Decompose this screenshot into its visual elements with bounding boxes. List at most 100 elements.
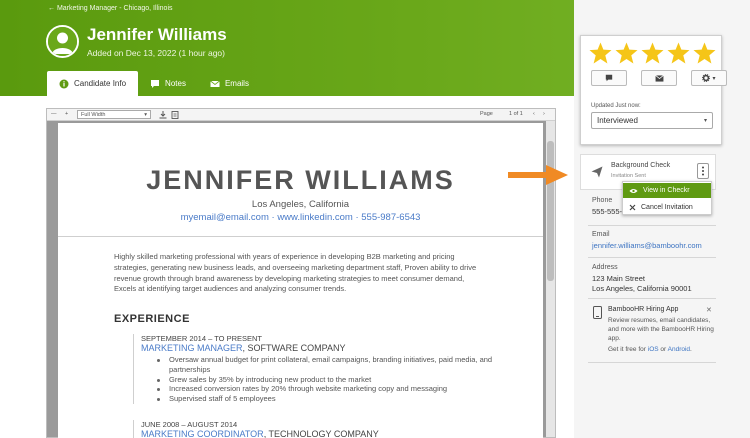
job-title: MARKETING MANAGER, SOFTWARE COMPANY — [141, 343, 533, 353]
address-line-2: Los Angeles, California 90001 — [592, 284, 692, 293]
app-promo-suffix: . — [690, 346, 692, 353]
breadcrumb-back-link[interactable]: ← Marketing Manager - Chicago, Illinois — [48, 5, 173, 12]
zoom-out-button[interactable]: — — [51, 111, 57, 117]
rating-card: ▾ Updated Just now: Interviewed ▾ — [580, 35, 727, 145]
envelope-icon — [654, 74, 664, 82]
star-icon[interactable] — [589, 42, 612, 64]
job-title: MARKETING COORDINATOR, TECHNOLOGY COMPAN… — [141, 429, 533, 438]
chevron-down-icon: ▾ — [703, 118, 707, 124]
send-email-button[interactable] — [641, 70, 677, 86]
page-label: Page — [480, 111, 493, 117]
chevron-down-icon: ▾ — [712, 75, 716, 82]
next-page-icon[interactable]: › — [543, 111, 545, 117]
resume-name: JENNIFER WILLIAMS — [146, 165, 455, 195]
tab-candidate-info[interactable]: Candidate Info — [47, 71, 139, 96]
job-entry: JUNE 2008 – AUGUST 2014 MARKETING COORDI… — [133, 420, 533, 438]
star-rating[interactable] — [589, 42, 716, 64]
address-line-1: 123 Main Street — [592, 274, 645, 283]
list-item: Supervised staff of 5 employees — [141, 394, 533, 404]
menu-item-label: Cancel Invitation — [641, 204, 693, 211]
job-dates: SEPTEMBER 2014 – TO PRESENT — [141, 334, 263, 343]
phone-value: 555-555- — [592, 207, 623, 216]
app-promo-description: Review resumes, email candidates, and mo… — [608, 317, 714, 342]
resume-divider — [58, 236, 543, 237]
job-position: MARKETING MANAGER — [141, 343, 243, 353]
star-icon[interactable] — [641, 42, 664, 64]
download-icon[interactable] — [159, 111, 167, 119]
avatar — [46, 25, 79, 58]
close-icon[interactable]: ✕ — [706, 306, 712, 314]
job-dates: JUNE 2008 – AUGUST 2014 — [141, 420, 238, 429]
job-bullets: Oversaw annual budget for print collater… — [141, 355, 533, 404]
print-icon[interactable] — [171, 111, 179, 119]
candidate-info-panel: — + Full Width ▾ Page 1 of 1 ‹ › JENNIFER… — [0, 96, 574, 438]
gear-icon — [702, 74, 711, 82]
zoom-select-value: Full Width — [81, 112, 106, 118]
tab-label: Notes — [165, 79, 186, 88]
job-company: , SOFTWARE COMPANY — [242, 343, 346, 353]
info-icon — [59, 79, 69, 88]
app-promo-prefix: Get it free for — [608, 346, 648, 353]
app-promo-or: or — [658, 346, 668, 353]
x-icon — [629, 204, 636, 211]
added-date: Added on Dec 13, 2022 (1 hour ago) — [87, 48, 225, 58]
status-select[interactable]: Interviewed ▾ — [591, 112, 713, 129]
divider — [588, 225, 716, 226]
background-check-menu: View in Checkr Cancel Invitation — [622, 181, 712, 215]
background-check-title: Background Check — [611, 162, 671, 169]
app-root: ← Marketing Manager - Chicago, Illinois … — [0, 0, 750, 438]
list-item: Grew sales by 35% by introducing new pro… — [141, 375, 533, 385]
app-promo-download: Get it free for iOS or Android. — [608, 346, 692, 353]
zoom-select[interactable]: Full Width ▾ — [77, 110, 151, 119]
status-value: Interviewed — [597, 116, 638, 125]
candidate-name: Jennifer Williams — [87, 25, 227, 44]
resume-summary: Highly skilled marketing professional wi… — [114, 252, 477, 294]
user-icon — [48, 27, 77, 56]
list-item: Oversaw annual budget for print collater… — [141, 355, 533, 375]
chevron-down-icon: ▾ — [144, 112, 147, 118]
android-link[interactable]: Android — [668, 346, 690, 353]
list-item: Increased conversion rates by 20% throug… — [141, 384, 533, 394]
view-in-checkr-menu-item[interactable]: View in Checkr — [623, 183, 711, 198]
job-position: MARKETING COORDINATOR — [141, 429, 264, 438]
tab-label: Candidate Info — [74, 79, 127, 88]
cancel-invitation-menu-item[interactable]: Cancel Invitation — [623, 200, 711, 215]
comment-icon — [605, 74, 613, 82]
resume-contact: myemail@email.com · www.linkedin.com · 5… — [180, 212, 421, 223]
paper-plane-icon — [591, 166, 603, 178]
eye-icon — [629, 188, 638, 193]
hiring-app-promo: BambooHR Hiring App ✕ Review resumes, em… — [592, 306, 718, 358]
mobile-phone-icon — [593, 306, 602, 319]
ios-link[interactable]: iOS — [648, 346, 659, 353]
job-company: , TECHNOLOGY COMPANY — [263, 429, 379, 438]
star-icon[interactable] — [693, 42, 716, 64]
divider — [588, 298, 716, 299]
resume-page: JENNIFER WILLIAMS Los Angeles, Californi… — [58, 123, 543, 438]
updated-label: Updated Just now: — [591, 103, 641, 109]
scrollbar-thumb[interactable] — [547, 141, 554, 281]
settings-menu-button[interactable]: ▾ — [691, 70, 727, 86]
comment-icon — [151, 79, 160, 88]
more-options-button[interactable] — [697, 163, 709, 179]
email-label: Email — [592, 231, 610, 238]
email-link[interactable]: jennifer.williams@bamboohr.com — [592, 241, 702, 250]
star-icon[interactable] — [667, 42, 690, 64]
tab-emails[interactable]: Emails — [198, 71, 261, 96]
tab-notes[interactable]: Notes — [138, 71, 198, 96]
viewer-toolbar: — + Full Width ▾ Page 1 of 1 ‹ › — [47, 109, 555, 121]
prev-page-icon[interactable]: ‹ — [533, 111, 535, 117]
add-comment-button[interactable] — [591, 70, 627, 86]
star-icon[interactable] — [615, 42, 638, 64]
zoom-in-button[interactable]: + — [65, 111, 68, 117]
background-check-status: Invitation Sent — [611, 173, 646, 179]
tab-label: Emails — [224, 79, 249, 88]
kebab-icon — [702, 166, 704, 176]
resume-viewer: — + Full Width ▾ Page 1 of 1 ‹ › JENNIFER… — [46, 108, 556, 438]
phone-label: Phone — [592, 197, 613, 204]
page-count: 1 of 1 — [509, 111, 523, 117]
divider — [588, 362, 716, 363]
tab-bar: Candidate Info Notes Emails — [47, 71, 261, 96]
app-promo-title: BambooHR Hiring App — [608, 306, 679, 313]
envelope-icon — [210, 80, 220, 87]
action-buttons: ▾ — [591, 70, 727, 86]
